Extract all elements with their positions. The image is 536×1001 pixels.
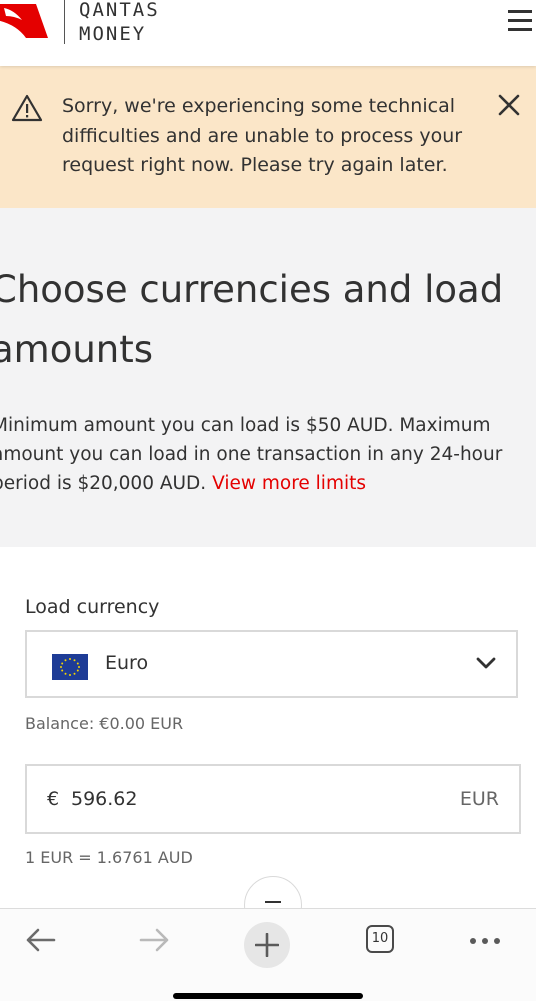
more-dots-icon[interactable] xyxy=(469,937,501,945)
brand-line1: QANTAS xyxy=(79,0,160,21)
load-currency-label: Load currency xyxy=(25,596,160,618)
view-more-limits-link[interactable]: View more limits xyxy=(212,473,366,494)
page-title: Choose currencies and load amounts xyxy=(0,268,504,371)
tab-count: 10 xyxy=(371,931,389,946)
chevron-down-icon xyxy=(476,657,496,669)
limits-description: Minimum amount you can load is $50 AUD. … xyxy=(0,411,532,498)
eu-flag-icon xyxy=(52,654,88,680)
balance-text: Balance: €0.00 EUR xyxy=(25,714,184,733)
new-tab-button[interactable] xyxy=(244,922,290,968)
warning-icon xyxy=(11,94,43,122)
brand-line2: MONEY xyxy=(79,23,147,45)
amount-currency-code: EUR xyxy=(459,788,499,810)
app-header: QANTAS MONEY xyxy=(0,0,536,66)
plus-icon xyxy=(255,933,279,957)
currency-symbol: € xyxy=(47,788,60,810)
amount-value[interactable]: 596.62 xyxy=(71,788,137,810)
exchange-rate-text: 1 EUR = 1.6761 AUD xyxy=(25,848,193,867)
forward-arrow-icon[interactable] xyxy=(137,923,171,957)
amount-input[interactable]: € 596.62 EUR xyxy=(25,764,521,834)
hamburger-menu-icon[interactable] xyxy=(508,10,536,34)
browser-toolbar: 10 xyxy=(0,908,536,1001)
brand-wordmark: QANTAS MONEY xyxy=(79,0,160,46)
currency-select[interactable]: Euro xyxy=(25,630,518,698)
equals-icon xyxy=(265,901,281,903)
back-arrow-icon[interactable] xyxy=(24,923,58,957)
currency-value: Euro xyxy=(105,652,149,674)
qantas-logo-icon[interactable] xyxy=(0,0,48,46)
home-indicator xyxy=(173,993,363,999)
logo-divider xyxy=(64,0,65,44)
tab-switcher-button[interactable]: 10 xyxy=(366,925,394,953)
alert-message: Sorry, we're experiencing some technical… xyxy=(62,95,463,176)
close-icon[interactable] xyxy=(496,92,522,118)
